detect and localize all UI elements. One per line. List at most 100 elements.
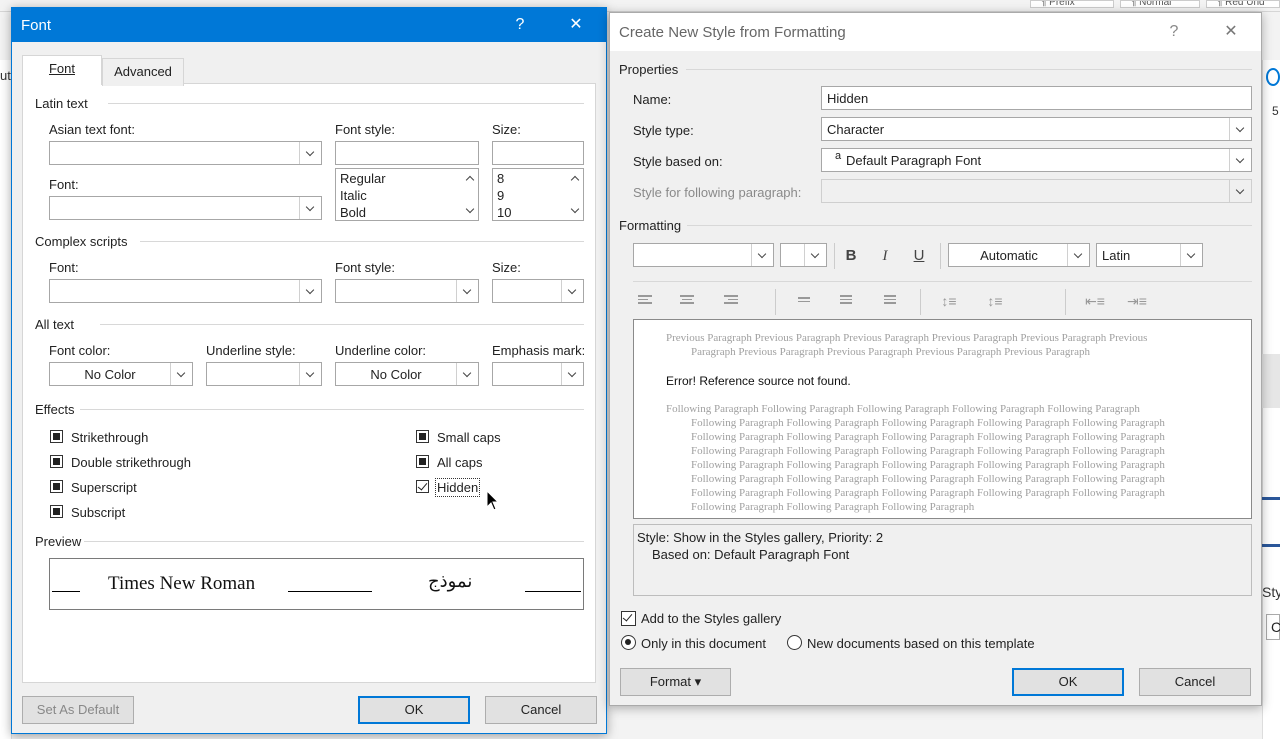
ribbon-style-red[interactable]: ¶ Red Und	[1206, 0, 1280, 8]
align-right-icon[interactable]	[724, 295, 744, 307]
new-documents-label[interactable]: New documents based on this template	[807, 636, 1035, 651]
list-item[interactable]: 10	[497, 205, 511, 220]
scroll-down-icon[interactable]	[466, 206, 474, 214]
ok-button[interactable]: OK	[358, 696, 470, 724]
bold-button[interactable]: B	[838, 244, 864, 268]
format-font-dropdown[interactable]	[633, 243, 774, 267]
one-half-spacing-icon[interactable]	[840, 295, 860, 307]
underline-button[interactable]: U	[906, 244, 932, 268]
cs-style-dropdown[interactable]	[335, 279, 479, 303]
underline-color-dropdown[interactable]: No Color	[335, 362, 479, 386]
small-caps-checkbox[interactable]	[416, 430, 429, 443]
right-pane-box[interactable]: C	[1266, 614, 1280, 640]
increase-paragraph-spacing-icon[interactable]: ↕≡	[936, 289, 962, 313]
help-button[interactable]: ?	[1162, 21, 1186, 43]
style-type-dropdown[interactable]: Character	[821, 117, 1252, 141]
cs-size-dropdown[interactable]	[492, 279, 584, 303]
close-button[interactable]: ✕	[564, 14, 588, 36]
decrease-paragraph-spacing-icon[interactable]: ↕≡	[982, 289, 1008, 313]
double-spacing-icon[interactable]	[884, 295, 904, 307]
chevron-down-icon[interactable]	[299, 363, 321, 385]
format-size-dropdown[interactable]	[780, 243, 827, 267]
chevron-down-icon[interactable]	[561, 280, 583, 302]
description-line-1: Style: Show in the Styles gallery, Prior…	[637, 530, 884, 545]
following-paragraph-dropdown[interactable]	[821, 179, 1252, 203]
tab-advanced[interactable]: Advanced	[102, 58, 184, 86]
scroll-up-icon[interactable]	[571, 174, 579, 182]
chevron-down-icon[interactable]	[299, 142, 321, 164]
set-as-default-button[interactable]: Set As Default	[22, 696, 134, 724]
size-input[interactable]	[492, 141, 584, 165]
align-left-icon[interactable]	[638, 295, 658, 307]
chevron-down-icon[interactable]	[1067, 244, 1089, 266]
chevron-down-icon[interactable]	[751, 244, 773, 266]
chevron-down-icon[interactable]	[1229, 118, 1251, 140]
style-name-input[interactable]: Hidden	[821, 86, 1252, 110]
ribbon-style-normal[interactable]: ¶ Normal	[1120, 0, 1200, 8]
chevron-down-icon[interactable]	[299, 197, 321, 219]
font-color-dropdown[interactable]: Automatic	[948, 243, 1090, 267]
close-button[interactable]: ✕	[1219, 21, 1243, 43]
latin-font-dropdown[interactable]	[49, 196, 322, 220]
scroll-up-icon[interactable]	[466, 174, 474, 182]
script-dropdown[interactable]: Latin	[1096, 243, 1203, 267]
double-strikethrough-checkbox[interactable]	[50, 455, 63, 468]
superscript-checkbox[interactable]	[50, 480, 63, 493]
chevron-down-icon[interactable]	[1229, 180, 1251, 202]
decrease-indent-icon[interactable]: ⇤≡	[1082, 289, 1108, 313]
format-menu-button[interactable]: Format ▾	[620, 668, 731, 696]
strikethrough-checkbox[interactable]	[50, 430, 63, 443]
all-caps-checkbox[interactable]	[416, 455, 429, 468]
cancel-button[interactable]: Cancel	[1139, 668, 1251, 696]
font-style-input[interactable]	[335, 141, 479, 165]
chevron-down-icon[interactable]	[1229, 149, 1251, 171]
new-documents-radio[interactable]	[787, 635, 802, 650]
add-to-gallery-label[interactable]: Add to the Styles gallery	[641, 611, 781, 626]
superscript-label[interactable]: Superscript	[71, 480, 137, 495]
chevron-down-icon[interactable]	[561, 363, 583, 385]
small-caps-label[interactable]: Small caps	[437, 430, 501, 445]
chevron-down-icon[interactable]	[456, 363, 478, 385]
based-on-dropdown[interactable]: a Default Paragraph Font	[821, 148, 1252, 172]
ok-button[interactable]: OK	[1012, 668, 1124, 696]
list-item[interactable]: Italic	[340, 188, 367, 203]
subscript-checkbox[interactable]	[50, 505, 63, 518]
scroll-down-icon[interactable]	[571, 206, 579, 214]
list-item[interactable]: 9	[497, 188, 504, 203]
help-button[interactable]: ?	[508, 14, 532, 36]
single-spacing-icon[interactable]	[798, 297, 818, 309]
list-item[interactable]: Regular	[340, 171, 386, 186]
chevron-down-icon[interactable]	[804, 244, 826, 266]
font-style-list[interactable]: Regular Italic Bold	[335, 168, 479, 221]
hidden-checkbox[interactable]	[416, 480, 429, 493]
cs-font-dropdown[interactable]	[49, 279, 322, 303]
chevron-down-icon[interactable]	[299, 280, 321, 302]
ribbon-style-prefix[interactable]: ¶ Prefix	[1030, 0, 1114, 8]
only-this-document-label[interactable]: Only in this document	[641, 636, 766, 651]
cancel-button[interactable]: Cancel	[485, 696, 597, 724]
hidden-label[interactable]: Hidden	[435, 478, 481, 497]
style-dialog-titlebar[interactable]: Create New Style from Formatting ? ✕	[610, 13, 1261, 51]
chevron-down-icon[interactable]	[456, 280, 478, 302]
size-list[interactable]: 8 9 10	[492, 168, 584, 221]
all-caps-label[interactable]: All caps	[437, 455, 483, 470]
tab-font[interactable]: Font	[22, 55, 102, 85]
add-to-gallery-checkbox[interactable]	[621, 611, 636, 626]
subscript-label[interactable]: Subscript	[71, 505, 125, 520]
only-this-document-radio[interactable]	[621, 635, 636, 650]
emphasis-mark-dropdown[interactable]	[492, 362, 584, 386]
font-dialog-titlebar[interactable]: Font ? ✕	[12, 8, 606, 42]
align-center-icon[interactable]	[680, 295, 700, 307]
double-strikethrough-label[interactable]: Double strikethrough	[71, 455, 191, 470]
font-color-dropdown[interactable]: No Color	[49, 362, 193, 386]
asian-font-dropdown[interactable]	[49, 141, 322, 165]
chevron-down-icon[interactable]	[170, 363, 192, 385]
italic-button[interactable]: I	[872, 244, 898, 268]
complex-divider	[140, 241, 584, 242]
chevron-down-icon[interactable]	[1180, 244, 1202, 266]
underline-style-dropdown[interactable]	[206, 362, 322, 386]
increase-indent-icon[interactable]: ⇥≡	[1124, 289, 1150, 313]
list-item[interactable]: Bold	[340, 205, 366, 220]
list-item[interactable]: 8	[497, 171, 504, 186]
strikethrough-label[interactable]: Strikethrough	[71, 430, 148, 445]
